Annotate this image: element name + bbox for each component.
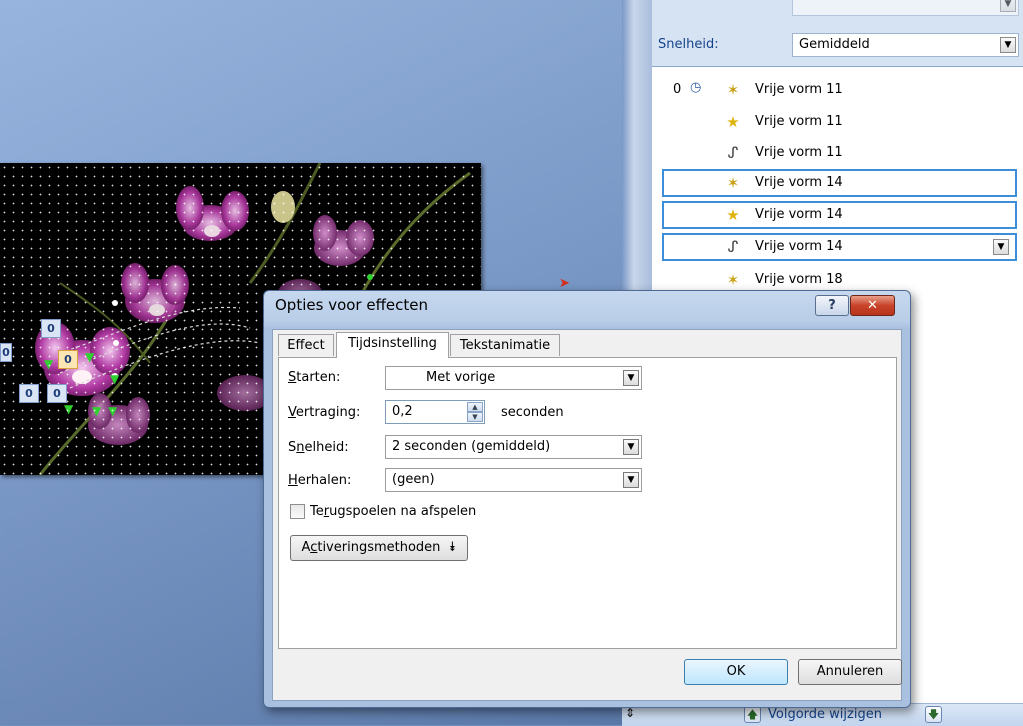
tab-timing[interactable]: Tijdsinstelling <box>336 332 449 358</box>
speed-label: Snelheid: <box>288 440 349 455</box>
list-item-selected[interactable]: ᔑ Vrije vorm 14 ▼ <box>662 233 1017 261</box>
list-item[interactable]: ★ Vrije vorm 11 <box>662 108 1017 136</box>
delay-unit: seconden <box>501 405 564 420</box>
motion-path-icon: ᔑ <box>727 144 739 162</box>
expand-icon: ⯯ <box>444 540 457 555</box>
animation-tag[interactable]: 0 <box>0 343 12 362</box>
spin-up-icon[interactable]: ▲ <box>467 402 483 412</box>
tab-text-animation[interactable]: Tekstanimatie <box>450 334 560 356</box>
start-value: Met vorige <box>426 370 496 385</box>
repeat-value: (geen) <box>392 472 435 487</box>
motion-path-end-icon: ➤ <box>559 276 570 291</box>
rewind-checkbox[interactable] <box>290 504 305 519</box>
entrance-effect-icon: ✶ <box>726 271 740 289</box>
chevron-down-icon: ▼ <box>623 370 639 386</box>
speed-label: Snelheid: <box>658 37 719 52</box>
close-button[interactable]: ✕ <box>850 295 895 316</box>
speed-value: 2 seconden (gemiddeld) <box>392 439 551 454</box>
start-select[interactable]: Met vorige ▼ <box>385 366 642 390</box>
item-label: Vrije vorm 11 <box>755 114 843 129</box>
chevron-down-icon: ▼ <box>1000 0 1016 12</box>
repeat-label: Herhalen: <box>288 473 352 488</box>
speed-select[interactable]: 2 seconden (gemiddeld) ▼ <box>385 435 642 459</box>
item-dropdown-button[interactable]: ▼ <box>993 239 1009 255</box>
move-up-button[interactable]: 🡅 <box>744 706 761 723</box>
item-label: Vrije vorm 14 <box>755 207 843 222</box>
triggers-button[interactable]: Activeringsmethoden ⯯ <box>290 535 468 561</box>
list-item[interactable]: ᔑ Vrije vorm 11 <box>662 139 1017 167</box>
item-label: Vrije vorm 11 <box>755 145 843 160</box>
repeat-select[interactable]: (geen) ▼ <box>385 468 642 492</box>
cancel-button[interactable]: Annuleren <box>798 659 902 685</box>
spin-down-icon[interactable]: ▼ <box>467 412 483 422</box>
list-item-selected[interactable]: ✶ Vrije vorm 14 <box>662 169 1017 197</box>
rewind-label: Terugspoelen na afspelen <box>310 504 477 519</box>
chevron-down-icon: ▼ <box>623 439 639 455</box>
delay-input[interactable]: 0,2 ▲ ▼ <box>385 400 485 424</box>
list-item-selected[interactable]: ★ Vrije vorm 14 <box>662 201 1017 229</box>
collapse-icon[interactable]: ⇕ <box>625 706 635 720</box>
item-label: Vrije vorm 11 <box>755 82 843 97</box>
delay-value: 0,2 <box>392 404 413 419</box>
entrance-effect-icon: ✶ <box>726 81 740 99</box>
list-item[interactable]: 0 ◷ ✶ Vrije vorm 11 <box>662 76 1017 104</box>
speed-value: Gemiddeld <box>799 37 870 52</box>
speed-combo[interactable]: Gemiddeld ▼ <box>792 33 1019 57</box>
delay-label: Vertraging: <box>288 405 361 420</box>
tab-effect[interactable]: Effect <box>278 334 334 356</box>
item-label: Vrije vorm 14 <box>755 175 843 190</box>
motion-path-icon: ᔑ <box>727 238 739 256</box>
dialog-title: Opties voor effecten <box>275 296 429 314</box>
timing-panel: Starten: Met vorige ▼ Vertraging: 0,2 ▲ … <box>278 357 897 649</box>
effect-options-dialog: Opties voor effecten ? ✕ Effect Tijdsins… <box>263 290 911 708</box>
animation-tag[interactable]: 0 <box>47 384 67 403</box>
start-label: Starten: <box>288 370 341 385</box>
item-label: Vrije vorm 14 <box>755 239 843 254</box>
entrance-effect-icon: ✶ <box>726 174 740 192</box>
chevron-down-icon: ▼ <box>623 472 639 488</box>
move-down-button[interactable]: 🡇 <box>925 706 942 723</box>
item-label: Vrije vorm 18 <box>755 272 843 287</box>
reorder-label: Volgorde wijzigen <box>768 707 882 722</box>
pane-options: ▼ Snelheid: Gemiddeld ▼ <box>652 0 1023 66</box>
item-number: 0 <box>673 82 682 97</box>
animation-tag[interactable]: 0 <box>41 319 61 338</box>
emphasis-effect-icon: ★ <box>726 206 740 224</box>
emphasis-effect-icon: ★ <box>726 113 740 131</box>
animation-tag-selected[interactable]: 0 <box>58 350 78 369</box>
property-combo[interactable]: ▼ <box>792 0 1019 16</box>
ok-button[interactable]: OK <box>684 659 788 685</box>
animation-tag[interactable]: 0 <box>19 384 39 403</box>
delay-spinner[interactable]: ▲ ▼ <box>467 402 483 422</box>
chevron-down-icon: ▼ <box>1000 37 1016 53</box>
dialog-body: Effect Tijdsinstelling Tekstanimatie Sta… <box>272 329 902 701</box>
clock-icon: ◷ <box>690 80 702 95</box>
help-button[interactable]: ? <box>815 295 849 316</box>
